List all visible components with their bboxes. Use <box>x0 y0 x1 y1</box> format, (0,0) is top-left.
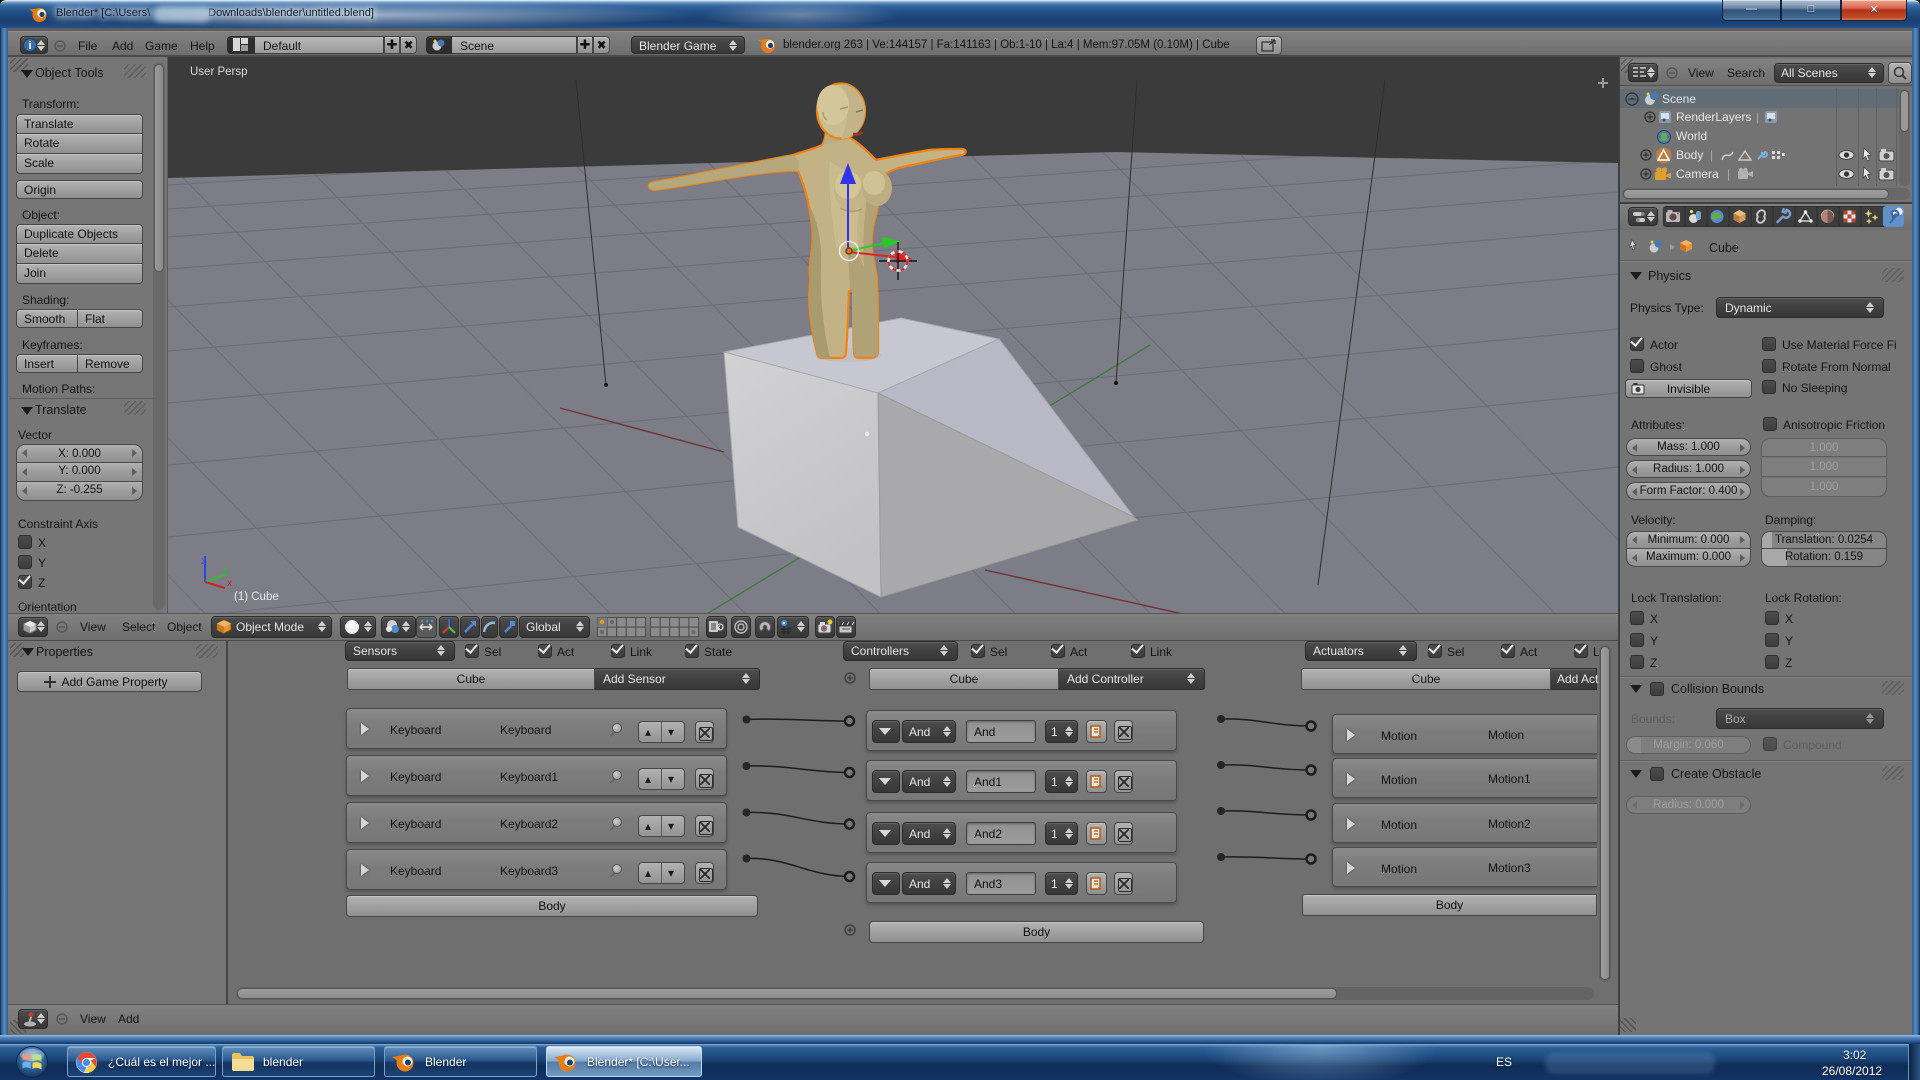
svg-text:x: x <box>227 578 232 589</box>
svg-text:i: i <box>28 40 31 52</box>
svg-text:z: z <box>201 556 206 567</box>
svg-text:y: y <box>223 563 228 574</box>
